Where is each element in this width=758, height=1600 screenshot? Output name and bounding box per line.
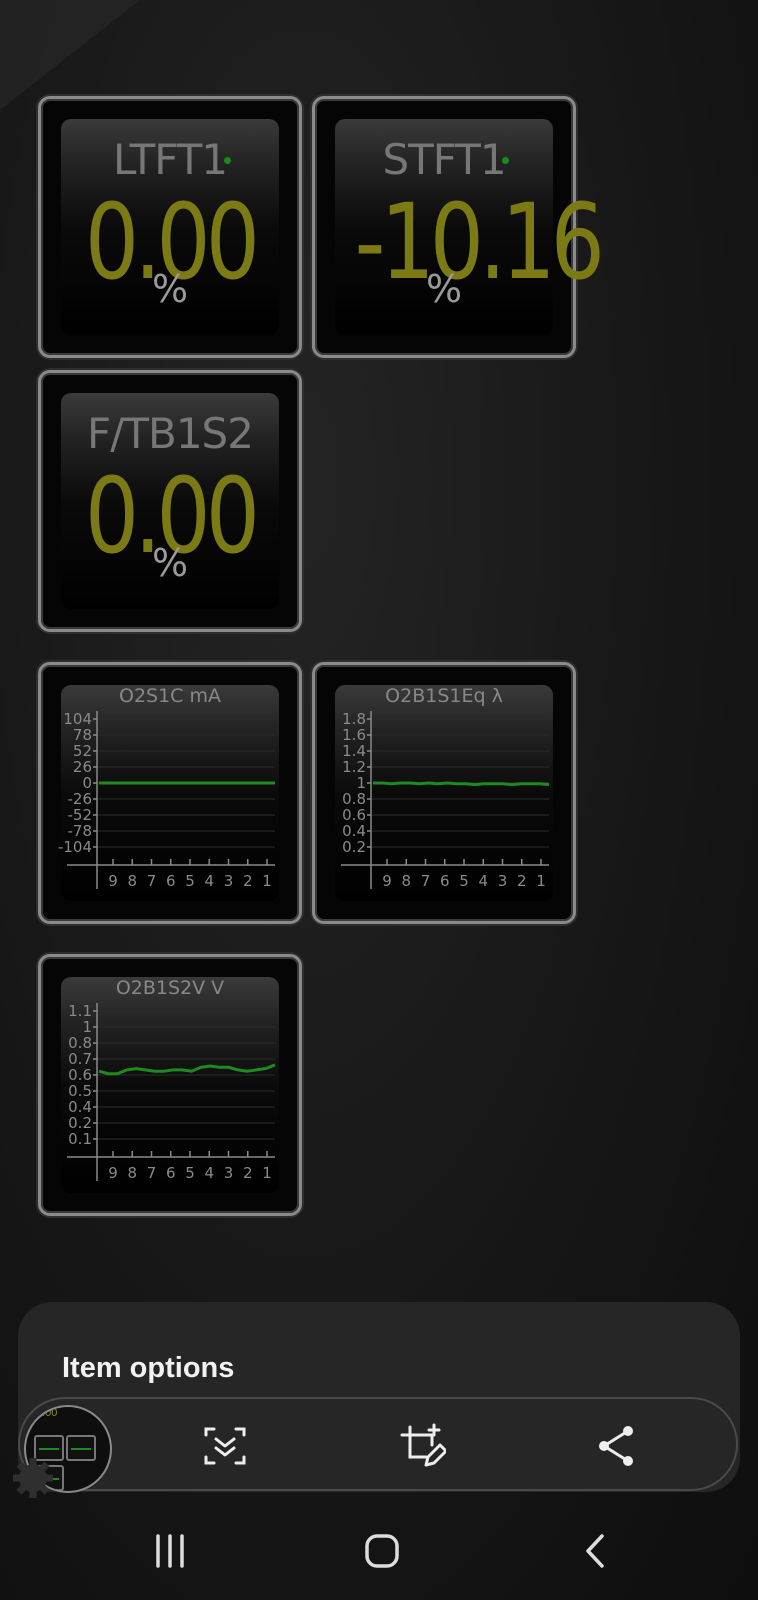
scroll-capture-icon	[204, 1427, 246, 1465]
graph-screen: O2B1S1Eq λ 1.8 1.6 1.4 1.2 1 0.8 0.6 0.4 0.2 9 8 7 6 5…	[335, 685, 553, 901]
gauge-label: STFT1	[382, 135, 506, 184]
series-line	[98, 1063, 276, 1076]
screenshot-toolbar: 0.00	[18, 1397, 738, 1493]
x-tick-label: 1	[262, 1164, 272, 1182]
gauge-label: LTFT1	[112, 135, 228, 184]
recent-apps-icon	[156, 1534, 184, 1568]
home-button[interactable]	[354, 1526, 410, 1576]
line-chart-o2b1s2v: O2B1S2V V1.110.80.70.60.50.40.20.19 8 7 6 5 4…	[67, 977, 276, 1182]
x-tick-label: 5	[185, 1164, 195, 1182]
x-tick-label: 9	[382, 872, 392, 890]
gauge-ltft1[interactable]: LTFT1 0.00 %	[38, 96, 302, 358]
status-dot-icon	[502, 157, 509, 164]
x-tick-label: 2	[243, 1164, 253, 1182]
system-navigation-bar	[0, 1500, 758, 1600]
back-icon	[586, 1534, 604, 1568]
gauge-screen: F/TB1S2 0.00 %	[61, 393, 279, 609]
gauge-label: F/TB1S2	[87, 409, 254, 458]
x-tick-label: 5	[185, 872, 195, 890]
x-tick-label: 4	[204, 1164, 214, 1182]
x-tick-label: 6	[166, 872, 176, 890]
x-tick-label: 2	[517, 872, 527, 890]
background-decoration	[0, 0, 140, 110]
gauge-stft1[interactable]: STFT1 -10.16 %	[312, 96, 605, 358]
x-tick-label: 8	[127, 1164, 137, 1182]
graph-screen: O2S1C mA 104 78 52 26 0 -26 -52 -78 -104 9 8 7 6 5 4 3 2 1	[58, 685, 279, 901]
x-tick-label: 8	[401, 872, 411, 890]
recent-apps-button[interactable]	[142, 1526, 198, 1576]
graph-o2b1s1eq[interactable]: O2B1S1Eq λ 1.8 1.6 1.4 1.2 1 0.8 0.6 0.4 0.2 9 8 7 6 5…	[312, 662, 576, 924]
sheet-title: Item options	[62, 1352, 235, 1384]
y-tick-label: -104	[58, 838, 92, 856]
x-tick-label: 3	[224, 872, 234, 890]
x-tick-label: 7	[147, 872, 157, 890]
home-icon	[365, 1534, 399, 1568]
x-tick-label: 6	[166, 1164, 176, 1182]
graph-screen: O2B1S2V V 1.1 1 0.8 0.7 0.6 0.5 0.4 0.2 0.1 9 8 7 6 5 4…	[61, 977, 279, 1193]
gauge-ftb1s2[interactable]: F/TB1S2 0.00 %	[38, 370, 302, 632]
gauge-unit: %	[151, 541, 189, 585]
x-tick-label: 4	[204, 872, 214, 890]
gauge-screen: LTFT1 0.00 %	[61, 119, 279, 335]
item-options-sheet: Item options 0.00	[18, 1302, 740, 1493]
y-tick-label: 0.2	[342, 838, 366, 856]
thumbnail-tile	[66, 1435, 96, 1461]
x-tick-label: 3	[498, 872, 508, 890]
gauge-screen: STFT1 -10.16 %	[335, 119, 605, 335]
back-button[interactable]	[568, 1526, 624, 1576]
x-tick-label: 9	[108, 872, 118, 890]
crop-edit-button[interactable]	[396, 1421, 448, 1471]
x-tick-label: 1	[262, 872, 272, 890]
chart-title: O2S1C mA	[119, 685, 221, 707]
x-tick-label: 6	[440, 872, 450, 890]
crop-edit-icon	[400, 1423, 448, 1467]
line-chart-o2s1c: O2S1C mA1047852260-26-52-78-1049 8 7 6 5 4 3 2 1	[58, 685, 275, 890]
graph-o2b1s2v[interactable]: O2B1S2V V 1.1 1 0.8 0.7 0.6 0.5 0.4 0.2 0.1 9 8 7 6 5 4…	[38, 954, 302, 1216]
x-tick-label: 1	[536, 872, 546, 890]
series-line	[373, 781, 550, 787]
y-tick-label: 0.1	[68, 1130, 92, 1148]
x-tick-label: 7	[147, 1164, 157, 1182]
graph-o2s1c[interactable]: O2S1C mA 104 78 52 26 0 -26 -52 -78 -104 9 8 7 6 5 4 3 2 1	[38, 662, 302, 924]
x-tick-label: 5	[459, 872, 469, 890]
x-tick-label: 3	[224, 1164, 234, 1182]
chart-title: O2B1S1Eq λ	[385, 685, 503, 707]
gauge-unit: %	[151, 267, 189, 311]
status-dot-icon	[224, 157, 231, 164]
line-chart-o2b1s1eq: O2B1S1Eq λ1.81.61.41.210.80.60.40.29 8 7 6 5…	[341, 685, 550, 890]
gauge-unit: %	[425, 267, 463, 311]
x-tick-label: 2	[243, 872, 253, 890]
scroll-capture-button[interactable]	[200, 1421, 250, 1471]
x-tick-label: 7	[421, 872, 431, 890]
chart-title: O2B1S2V V	[116, 977, 224, 999]
share-icon	[599, 1426, 633, 1466]
gear-icon	[13, 1458, 53, 1498]
x-tick-label: 4	[478, 872, 488, 890]
share-button[interactable]	[592, 1421, 642, 1471]
x-tick-label: 8	[127, 872, 137, 890]
thumbnail-text: 0.00	[36, 1407, 58, 1419]
x-tick-label: 9	[108, 1164, 118, 1182]
